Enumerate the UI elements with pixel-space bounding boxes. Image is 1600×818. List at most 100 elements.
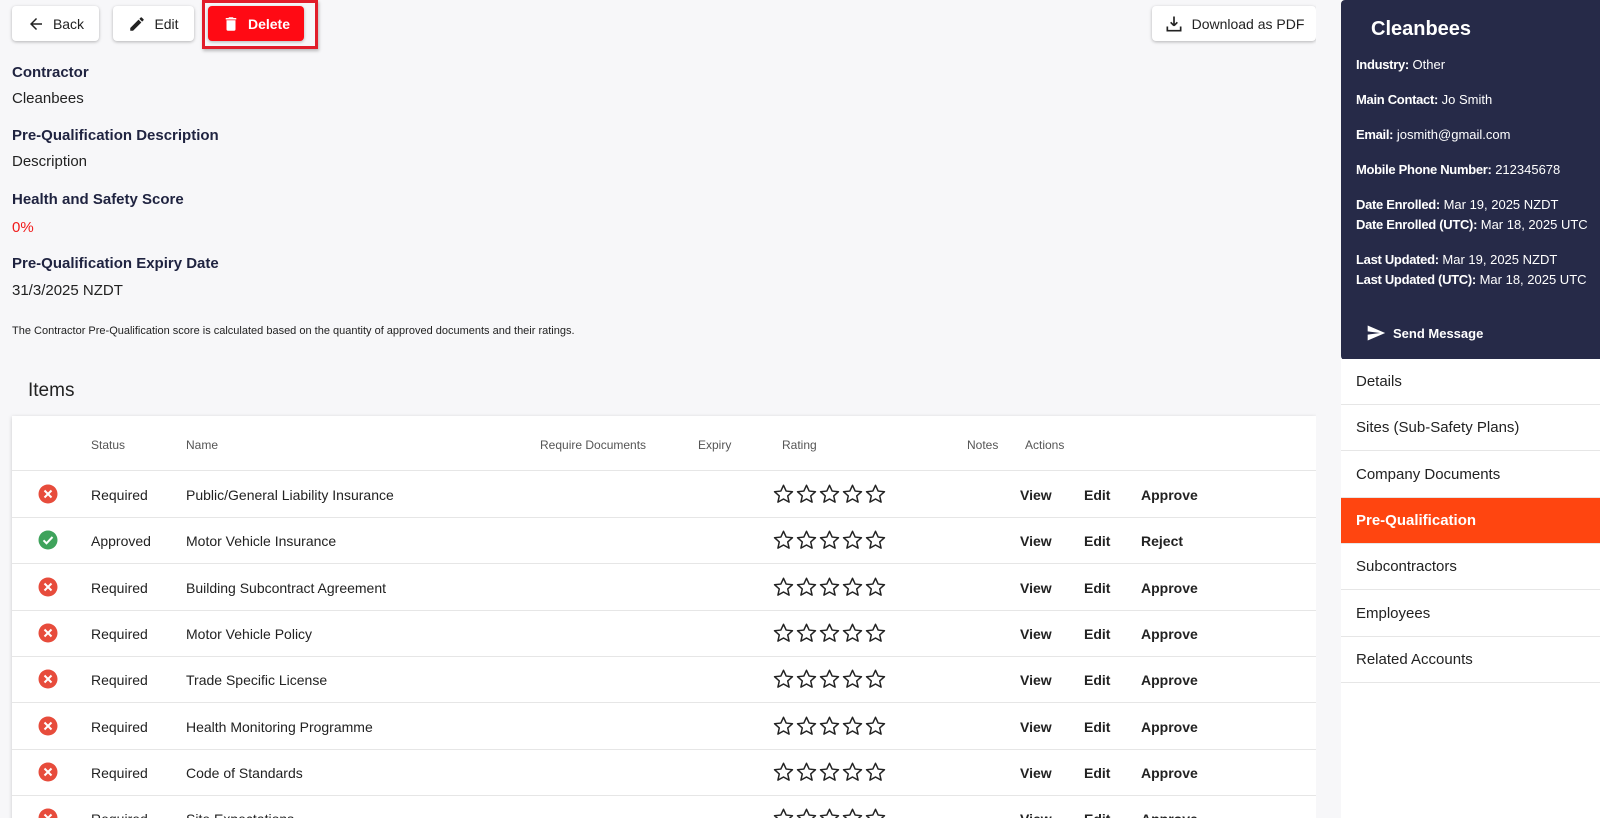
star-rating-icon[interactable] bbox=[772, 622, 795, 644]
contractor-card: Cleanbees Industry: Other Main Contact: … bbox=[1341, 0, 1600, 360]
star-rating-icon[interactable] bbox=[795, 529, 818, 551]
reject-button[interactable]: Reject bbox=[1141, 533, 1183, 549]
rating-stars[interactable] bbox=[772, 576, 887, 598]
approve-button[interactable]: Approve bbox=[1141, 626, 1198, 642]
star-rating-icon[interactable] bbox=[864, 576, 887, 598]
enrolled-utc-row: Date Enrolled (UTC): Mar 18, 2025 UTC bbox=[1356, 217, 1588, 232]
star-rating-icon[interactable] bbox=[795, 483, 818, 505]
star-rating-icon[interactable] bbox=[772, 715, 795, 737]
star-rating-icon[interactable] bbox=[772, 529, 795, 551]
delete-button[interactable]: Delete bbox=[208, 6, 304, 41]
star-rating-icon[interactable] bbox=[818, 576, 841, 598]
column-notes[interactable]: Notes bbox=[967, 438, 998, 452]
description-value: Description bbox=[12, 153, 88, 170]
edit-item-button[interactable]: Edit bbox=[1084, 580, 1110, 596]
view-button[interactable]: View bbox=[1020, 765, 1052, 781]
star-rating-icon[interactable] bbox=[772, 668, 795, 690]
approve-button[interactable]: Approve bbox=[1141, 580, 1198, 596]
column-status[interactable]: Status bbox=[91, 438, 125, 452]
updated-utc-value: Mar 18, 2025 UTC bbox=[1479, 272, 1587, 287]
star-rating-icon[interactable] bbox=[818, 761, 841, 783]
edit-item-button[interactable]: Edit bbox=[1084, 811, 1110, 818]
sidebar-item-pre-qualification[interactable]: Pre-Qualification bbox=[1341, 497, 1600, 544]
view-button[interactable]: View bbox=[1020, 580, 1052, 596]
star-rating-icon[interactable] bbox=[864, 529, 887, 551]
edit-item-button[interactable]: Edit bbox=[1084, 672, 1110, 688]
sidebar-item-employees[interactable]: Employees bbox=[1341, 590, 1600, 637]
sidebar-item-sites-sub-safety-plans[interactable]: Sites (Sub-Safety Plans) bbox=[1341, 405, 1600, 452]
view-button[interactable]: View bbox=[1020, 533, 1052, 549]
star-rating-icon[interactable] bbox=[841, 529, 864, 551]
star-rating-icon[interactable] bbox=[841, 715, 864, 737]
view-button[interactable]: View bbox=[1020, 672, 1052, 688]
star-rating-icon[interactable] bbox=[864, 715, 887, 737]
star-rating-icon[interactable] bbox=[772, 761, 795, 783]
column-name[interactable]: Name bbox=[186, 438, 218, 452]
approve-button[interactable]: Approve bbox=[1141, 811, 1198, 818]
star-rating-icon[interactable] bbox=[864, 668, 887, 690]
star-rating-icon[interactable] bbox=[795, 715, 818, 737]
star-rating-icon[interactable] bbox=[818, 483, 841, 505]
star-rating-icon[interactable] bbox=[864, 483, 887, 505]
star-rating-icon[interactable] bbox=[772, 483, 795, 505]
sidebar-item-company-documents[interactable]: Company Documents bbox=[1341, 451, 1600, 498]
rating-stars[interactable] bbox=[772, 483, 887, 505]
star-rating-icon[interactable] bbox=[864, 807, 887, 818]
rating-stars[interactable] bbox=[772, 807, 887, 818]
edit-item-button[interactable]: Edit bbox=[1084, 487, 1110, 503]
edit-item-button[interactable]: Edit bbox=[1084, 765, 1110, 781]
star-rating-icon[interactable] bbox=[841, 761, 864, 783]
star-rating-icon[interactable] bbox=[795, 807, 818, 818]
view-button[interactable]: View bbox=[1020, 626, 1052, 642]
star-rating-icon[interactable] bbox=[841, 668, 864, 690]
star-rating-icon[interactable] bbox=[864, 622, 887, 644]
edit-item-button[interactable]: Edit bbox=[1084, 533, 1110, 549]
rating-stars[interactable] bbox=[772, 761, 887, 783]
rating-stars[interactable] bbox=[772, 715, 887, 737]
star-rating-icon[interactable] bbox=[818, 622, 841, 644]
approve-button[interactable]: Approve bbox=[1141, 765, 1198, 781]
star-rating-icon[interactable] bbox=[818, 529, 841, 551]
sidebar-item-details[interactable]: Details bbox=[1341, 359, 1600, 405]
rating-stars[interactable] bbox=[772, 622, 887, 644]
approve-button[interactable]: Approve bbox=[1141, 719, 1198, 735]
star-rating-icon[interactable] bbox=[795, 761, 818, 783]
view-button[interactable]: View bbox=[1020, 487, 1052, 503]
column-require-documents[interactable]: Require Documents bbox=[540, 438, 646, 452]
column-rating[interactable]: Rating bbox=[782, 438, 817, 452]
star-rating-icon[interactable] bbox=[818, 715, 841, 737]
star-rating-icon[interactable] bbox=[841, 576, 864, 598]
sidebar-item-subcontractors[interactable]: Subcontractors bbox=[1341, 544, 1600, 591]
star-rating-icon[interactable] bbox=[864, 761, 887, 783]
send-message-button[interactable]: Send Message bbox=[1365, 323, 1483, 343]
back-button[interactable]: Back bbox=[12, 6, 99, 41]
rating-stars[interactable] bbox=[772, 529, 887, 551]
industry-label: Industry: bbox=[1356, 57, 1409, 72]
download-pdf-button[interactable]: Download as PDF bbox=[1152, 6, 1316, 41]
column-expiry[interactable]: Expiry bbox=[698, 438, 731, 452]
contact-value: Jo Smith bbox=[1441, 92, 1493, 107]
edit-button[interactable]: Edit bbox=[113, 6, 194, 41]
rating-stars[interactable] bbox=[772, 668, 887, 690]
star-rating-icon[interactable] bbox=[795, 622, 818, 644]
edit-item-button[interactable]: Edit bbox=[1084, 719, 1110, 735]
approve-button[interactable]: Approve bbox=[1141, 672, 1198, 688]
star-rating-icon[interactable] bbox=[772, 807, 795, 818]
approve-button[interactable]: Approve bbox=[1141, 487, 1198, 503]
star-rating-icon[interactable] bbox=[841, 483, 864, 505]
view-button[interactable]: View bbox=[1020, 719, 1052, 735]
updated-label: Last Updated: bbox=[1356, 252, 1439, 267]
star-rating-icon[interactable] bbox=[772, 576, 795, 598]
sidebar-item-related-accounts[interactable]: Related Accounts bbox=[1341, 636, 1600, 683]
edit-item-button[interactable]: Edit bbox=[1084, 626, 1110, 642]
star-rating-icon[interactable] bbox=[795, 576, 818, 598]
star-rating-icon[interactable] bbox=[818, 668, 841, 690]
star-rating-icon[interactable] bbox=[795, 668, 818, 690]
star-rating-icon[interactable] bbox=[841, 622, 864, 644]
view-button[interactable]: View bbox=[1020, 811, 1052, 818]
star-rating-icon[interactable] bbox=[841, 807, 864, 818]
item-name: Public/General Liability Insurance bbox=[186, 487, 394, 503]
star-rating-icon[interactable] bbox=[818, 807, 841, 818]
items-table: Status Name Require Documents Expiry Rat… bbox=[12, 416, 1316, 818]
updated-utc-row: Last Updated (UTC): Mar 18, 2025 UTC bbox=[1356, 272, 1587, 287]
